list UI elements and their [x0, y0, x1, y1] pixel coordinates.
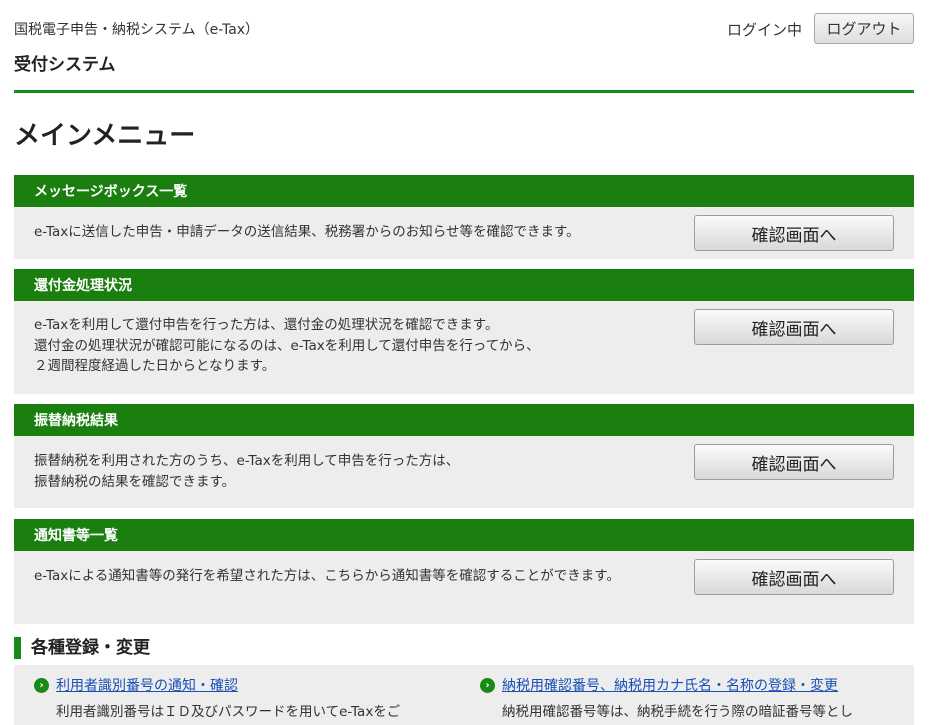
section-message-box: メッセージボックス一覧 e-Taxに送信した申告・申請データの送信結果、税務署か… [14, 175, 914, 259]
section-title: 振替納税結果 [14, 404, 914, 436]
user-id-notice-link[interactable]: 利用者識別番号の通知・確認 [56, 675, 238, 695]
section-title: メッセージボックス一覧 [14, 175, 914, 207]
chevron-right-icon: › [34, 677, 49, 693]
section-refund-status: 還付金処理状況 e-Taxを利用して還付申告を行った方は、還付金の処理状況を確認… [14, 269, 914, 394]
registration-heading: 各種登録・変更 [14, 637, 150, 659]
registration-link-row: › 利用者識別番号の通知・確認 [34, 675, 400, 695]
section-transfer-result: 振替納税結果 振替納税を利用された方のうち、e-Taxを利用して申告を行った方は… [14, 404, 914, 508]
registration-item-description: 納税用確認番号等は、納税手続を行う際の暗証番号等とし [502, 704, 853, 720]
logout-button[interactable]: ログアウト [814, 13, 914, 44]
section-title: 還付金処理状況 [14, 269, 914, 301]
section-body: e-Taxを利用して還付申告を行った方は、還付金の処理状況を確認できます。 還付… [14, 301, 914, 394]
section-description: e-Taxに送信した申告・申請データの送信結果、税務署からのお知らせ等を確認でき… [34, 224, 580, 240]
payment-code-register-link[interactable]: 納税用確認番号、納税用カナ氏名・名称の登録・変更 [502, 675, 838, 695]
subsystem-name: 受付システム [14, 55, 116, 75]
confirm-button-notice-list[interactable]: 確認画面へ [694, 559, 894, 595]
registration-panel: › 利用者識別番号の通知・確認 利用者識別番号はＩＤ及びパスワードを用いてe-T… [14, 665, 914, 725]
section-description: e-Taxを利用して還付申告を行った方は、還付金の処理状況を確認できます。 還付… [34, 317, 540, 374]
confirm-button-message-box[interactable]: 確認画面へ [694, 215, 894, 251]
registration-item-payment-code: › 納税用確認番号、納税用カナ氏名・名称の登録・変更 納税用確認番号等は、納税手… [480, 675, 853, 720]
site-header: 国税電子申告・納税システム（e-Tax） 受付システム ログイン中 ログアウト [14, 0, 914, 93]
section-body: 振替納税を利用された方のうち、e-Taxを利用して申告を行った方は、 振替納税の… [14, 436, 914, 508]
registration-item-user-id: › 利用者識別番号の通知・確認 利用者識別番号はＩＤ及びパスワードを用いてe-T… [34, 675, 400, 720]
confirm-button-refund-status[interactable]: 確認画面へ [694, 309, 894, 345]
section-notice-list: 通知書等一覧 e-Taxによる通知書等の発行を希望された方は、こちらから通知書等… [14, 519, 914, 624]
section-title: 通知書等一覧 [14, 519, 914, 551]
registration-link-row: › 納税用確認番号、納税用カナ氏名・名称の登録・変更 [480, 675, 853, 695]
chevron-right-icon: › [480, 677, 495, 693]
registration-item-description: 利用者識別番号はＩＤ及びパスワードを用いてe-Taxをご [56, 704, 401, 720]
confirm-button-transfer-result[interactable]: 確認画面へ [694, 444, 894, 480]
system-name: 国税電子申告・納税システム（e-Tax） [14, 22, 260, 38]
login-status: ログイン中 [726, 21, 802, 39]
section-description: e-Taxによる通知書等の発行を希望された方は、こちらから通知書等を確認すること… [34, 568, 620, 584]
section-body: e-Taxに送信した申告・申請データの送信結果、税務署からのお知らせ等を確認でき… [14, 207, 914, 259]
section-description: 振替納税を利用された方のうち、e-Taxを利用して申告を行った方は、 振替納税の… [34, 453, 460, 490]
section-body: e-Taxによる通知書等の発行を希望された方は、こちらから通知書等を確認すること… [14, 551, 914, 624]
page-title: メインメニュー [14, 121, 196, 151]
